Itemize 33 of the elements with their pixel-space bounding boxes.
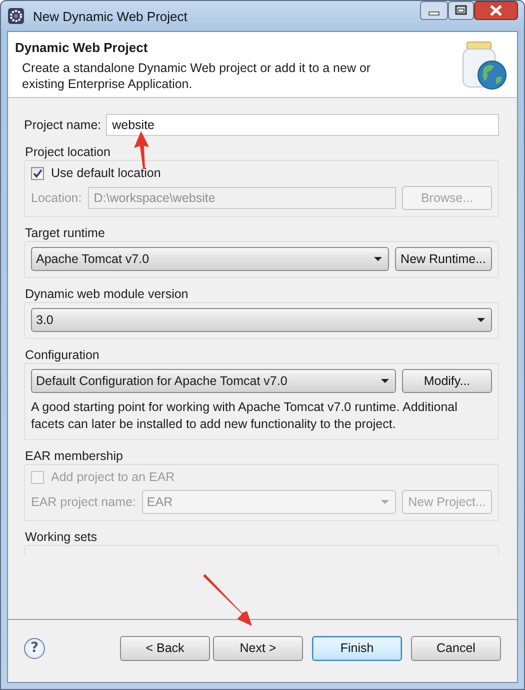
window-title: New Dynamic Web Project <box>33 8 188 24</box>
group-title: Configuration <box>24 348 100 363</box>
dialog-button[interactable]: Cancel <box>411 636 501 660</box>
page-description: Create a standalone Dynamic Web project or add it to a new or existing Enterprise Application. <box>21 60 372 92</box>
version-dropdown[interactable]: 3.0 <box>31 308 492 332</box>
checkbox[interactable] <box>31 166 44 180</box>
checkbox-label: Use default location <box>51 166 161 180</box>
close-icon[interactable] <box>474 1 518 20</box>
field-label: Project name: <box>24 118 102 132</box>
dialog-button[interactable]: < Back <box>120 636 210 660</box>
group-title: Project location <box>24 145 112 160</box>
project-name-field[interactable]: website <box>106 114 499 136</box>
dialog-button[interactable]: Finish <box>312 636 402 660</box>
gear-icon <box>7 7 25 25</box>
configuration-dropdown[interactable]: Default Configuration for Apache Tomcat v7.0 <box>31 369 396 393</box>
page-title: Dynamic Web Project <box>15 40 149 55</box>
minimize-icon[interactable] <box>420 1 448 20</box>
annotation-arrow <box>203 574 252 626</box>
new-runtime-button[interactable]: New Runtime... <box>394 247 492 271</box>
group-title: Dynamic web module version <box>24 287 190 302</box>
group-title: Target runtime <box>24 226 106 241</box>
group-title: EAR membership <box>24 449 124 464</box>
annotation-arrow <box>134 131 149 169</box>
runtime-dropdown[interactable]: Apache Tomcat v7.0 <box>31 247 389 271</box>
checkbox-label: Add project to an EAR <box>51 470 175 484</box>
configuration-description: A good starting point for working with Apache Tomcat v7.0 runtime. Additional facets can later be installed to add new functionality to the project. <box>31 399 458 433</box>
maximize-icon[interactable] <box>448 1 474 20</box>
group-title: Working sets <box>24 530 98 545</box>
dialog-button[interactable]: Next > <box>213 636 303 660</box>
help-button[interactable]: ? <box>24 638 45 658</box>
modify-button[interactable]: Modify... <box>402 369 492 393</box>
field-label: EAR project name: <box>31 495 136 509</box>
field-label: Location: <box>31 191 82 205</box>
